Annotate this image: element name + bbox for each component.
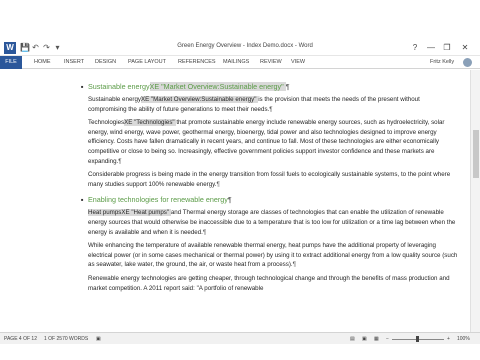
customize-quick-access-icon[interactable]: ▾ bbox=[53, 43, 62, 53]
word-logo-icon[interactable]: W bbox=[4, 42, 16, 54]
paragraph[interactable]: While enhancing the temperature of avail… bbox=[88, 241, 458, 270]
user-name[interactable]: Fritz Kelly bbox=[430, 56, 454, 69]
index-field: XE "Heat pumps" bbox=[121, 209, 171, 217]
page-count[interactable]: PAGE 4 OF 12 bbox=[4, 333, 37, 345]
index-field: XE "Market Overview:Sustainable energy" bbox=[149, 82, 286, 91]
paragraph[interactable]: Considerable progress is being made in t… bbox=[88, 170, 458, 189]
undo-icon[interactable]: ↶ bbox=[31, 43, 40, 53]
avatar[interactable] bbox=[463, 58, 472, 67]
heading-enabling-technologies[interactable]: Enabling technologies for renewable ener… bbox=[81, 195, 458, 205]
paragraph[interactable]: Sustainable energyXE "Market Overview:Su… bbox=[88, 95, 458, 114]
index-field: XE "Market Overview:Sustainable energy" bbox=[140, 96, 259, 103]
save-icon[interactable]: 💾 bbox=[20, 43, 30, 53]
tab-mailings[interactable]: MAILINGS bbox=[223, 56, 249, 69]
word-count[interactable]: 1 OF 2570 WORDS bbox=[44, 333, 88, 345]
status-bar: PAGE 4 OF 12 1 OF 2570 WORDS ▣ ▤ ▣ ▦ − +… bbox=[0, 332, 480, 344]
zoom-out-button[interactable]: − bbox=[386, 333, 389, 345]
paragraph[interactable]: Heat pumpsXE "Heat pumps" and Thermal en… bbox=[88, 208, 458, 237]
redo-icon[interactable]: ↷ bbox=[42, 43, 51, 53]
title-bar: W 💾 ↶ ↷ ▾ Green Energy Overview - Index … bbox=[0, 40, 480, 56]
paragraph[interactable]: Renewable energy technologies are gettin… bbox=[88, 274, 458, 293]
paragraph[interactable]: TechnologiesXE "Technologies" that promo… bbox=[88, 118, 458, 166]
tab-page-layout[interactable]: PAGE LAYOUT bbox=[128, 56, 166, 69]
restore-button[interactable]: ❐ bbox=[440, 41, 454, 54]
zoom-slider-thumb[interactable] bbox=[416, 336, 419, 342]
help-button[interactable]: ? bbox=[408, 41, 422, 54]
tab-insert[interactable]: INSERT bbox=[64, 56, 84, 69]
vertical-scrollbar[interactable] bbox=[470, 70, 480, 332]
document-page[interactable]: Sustainable energyXE "Market Overview:Su… bbox=[81, 82, 458, 297]
document-canvas[interactable]: Sustainable energyXE "Market Overview:Su… bbox=[0, 70, 480, 332]
tab-file[interactable]: FILE bbox=[0, 56, 22, 69]
zoom-level[interactable]: 100% bbox=[457, 333, 470, 345]
tab-review[interactable]: REVIEW bbox=[260, 56, 282, 69]
proofing-icon[interactable]: ▣ bbox=[96, 333, 101, 345]
ribbon-tabs: FILE HOME INSERT DESIGN PAGE LAYOUT REFE… bbox=[0, 56, 480, 69]
scrollbar-thumb[interactable] bbox=[473, 130, 479, 178]
zoom-in-button[interactable]: + bbox=[447, 333, 450, 345]
window-title: Green Energy Overview - Index Demo.docx … bbox=[177, 43, 313, 49]
close-button[interactable]: ✕ bbox=[458, 41, 472, 54]
tab-references[interactable]: REFERENCES bbox=[178, 56, 216, 69]
minimize-button[interactable]: — bbox=[424, 41, 438, 54]
heading-sustainable-energy[interactable]: Sustainable energyXE "Market Overview:Su… bbox=[81, 82, 458, 92]
tab-home[interactable]: HOME bbox=[34, 56, 51, 69]
word-window: W 💾 ↶ ↷ ▾ Green Energy Overview - Index … bbox=[0, 0, 480, 360]
print-layout-icon[interactable]: ▣ bbox=[362, 333, 367, 345]
web-layout-icon[interactable]: ▦ bbox=[374, 333, 379, 345]
tab-design[interactable]: DESIGN bbox=[95, 56, 116, 69]
index-field: XE "Technologies" bbox=[124, 119, 177, 127]
read-mode-icon[interactable]: ▤ bbox=[350, 333, 355, 345]
tab-view[interactable]: VIEW bbox=[291, 56, 305, 69]
